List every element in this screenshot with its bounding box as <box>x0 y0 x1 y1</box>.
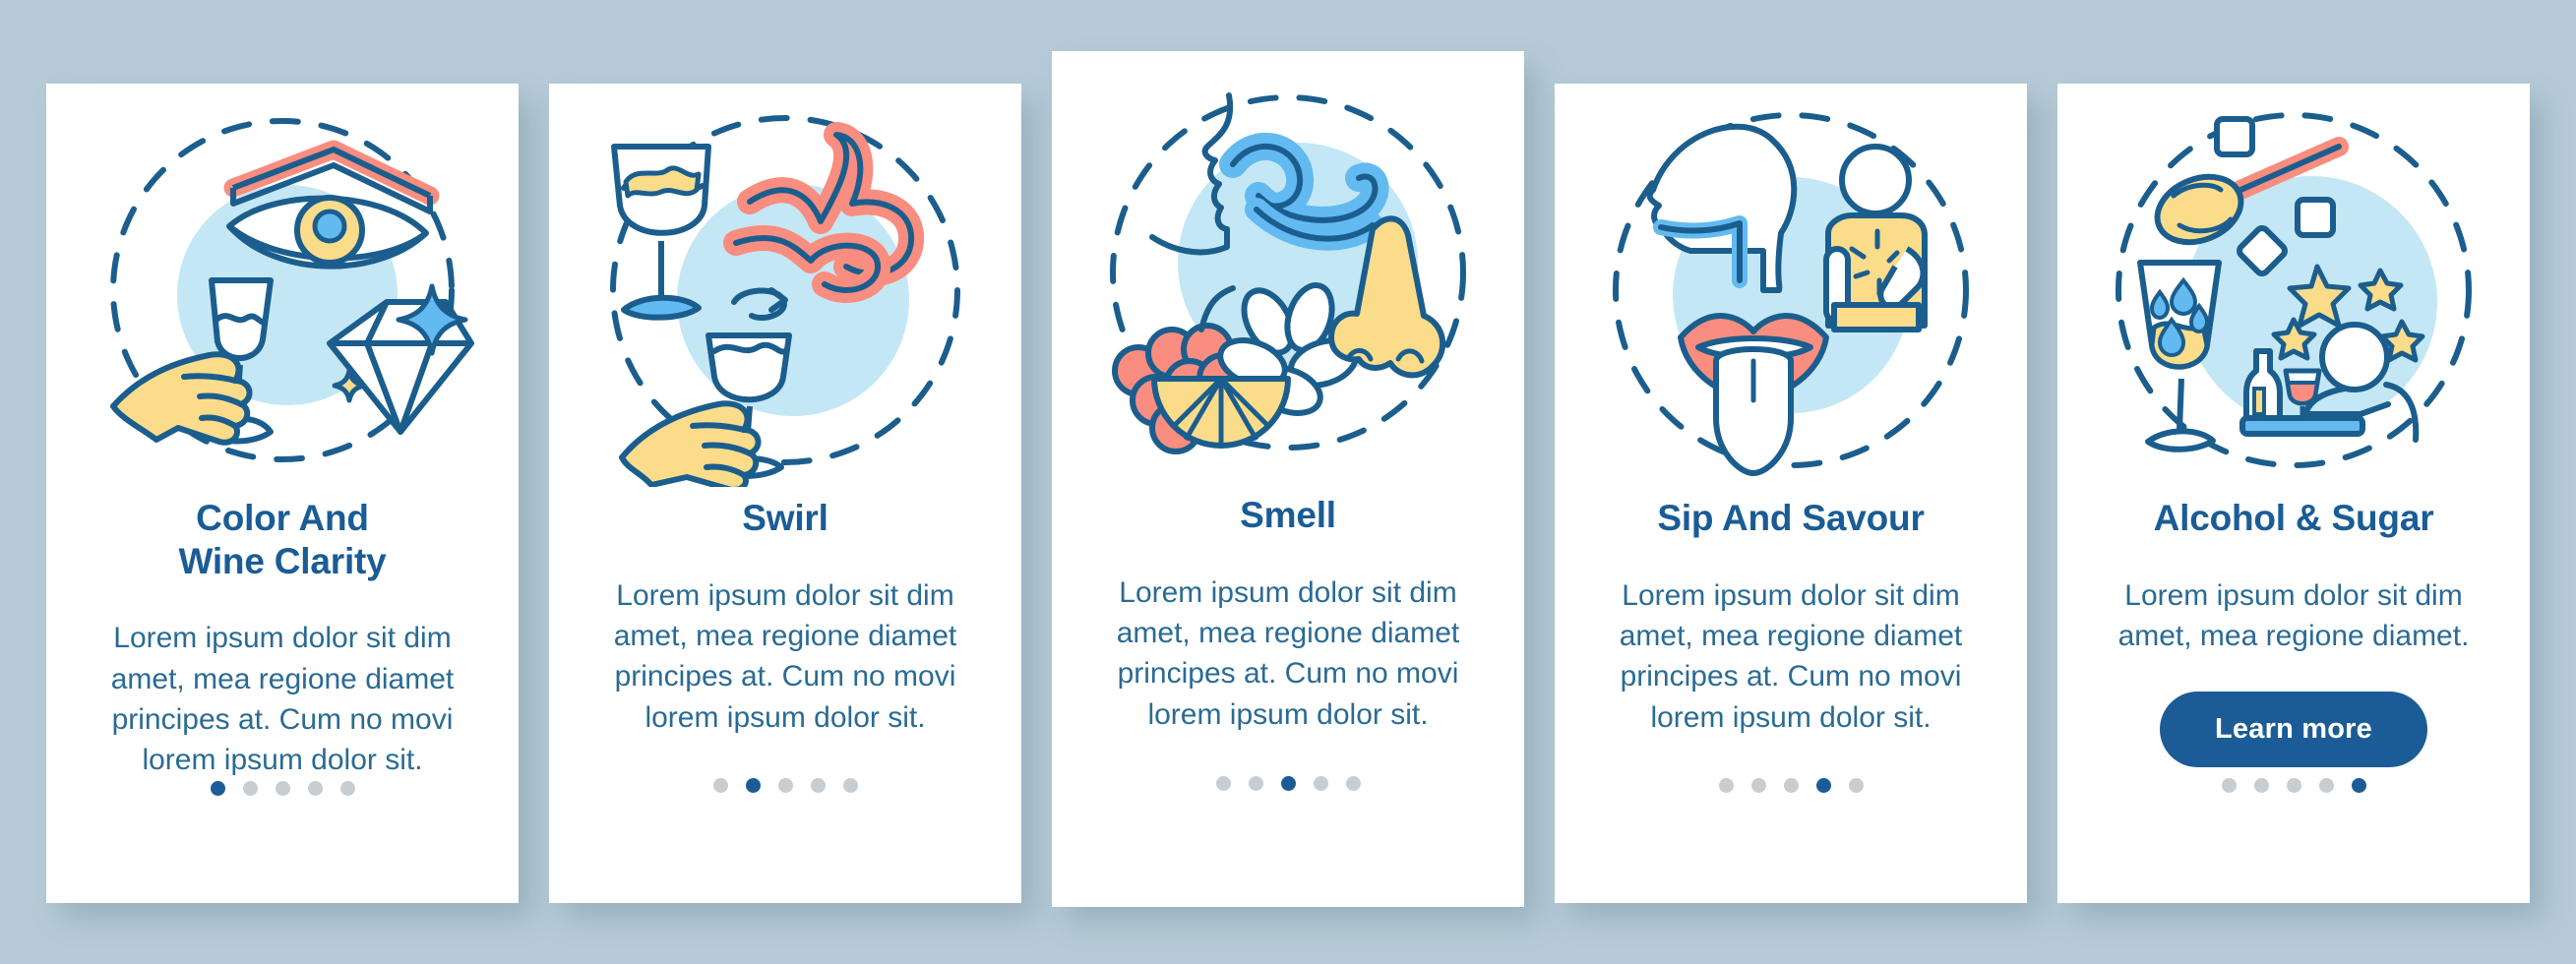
eye-wineglass-diamond-icon <box>110 118 474 462</box>
pagination-dot-3[interactable] <box>1280 776 1296 791</box>
pagination-dot-4[interactable] <box>307 780 323 796</box>
card-body-alcohol-and-sugar: Lorem ipsum dolor sit dim amet, mea regi… <box>2117 578 2470 653</box>
onboarding-card-smell: Smell Lorem ipsum dolor sit dim amet, mea… <box>1052 51 1524 907</box>
pagination-dot-3[interactable] <box>275 780 290 796</box>
learn-more-button[interactable]: Learn more <box>2160 692 2427 768</box>
onboarding-card-color-and-wine-clarity: Color And Wine Clarity Lorem ipsum dolor … <box>46 84 519 903</box>
pagination-dots <box>712 778 858 793</box>
illustration-wrap-alcohol-and-sugar <box>2057 84 2530 497</box>
mouth-throat-taste-icon <box>1613 112 1969 476</box>
pagination-dot-5[interactable] <box>1345 776 1361 791</box>
card-title-swirl: Swirl <box>742 498 828 538</box>
pagination-dots <box>2221 778 2366 793</box>
illustration-wrap-color-and-wine-clarity <box>46 84 519 497</box>
pagination-dot-2[interactable] <box>242 780 258 796</box>
nose-aroma-fruit-icon <box>1110 92 1466 454</box>
pagination-dot-1[interactable] <box>2221 778 2237 793</box>
swirling-wineglass-icon <box>610 115 960 487</box>
pagination-dot-2[interactable] <box>745 778 761 793</box>
pagination-dot-5[interactable] <box>2351 778 2366 793</box>
card-title-color-and-wine-clarity: Color And Wine Clarity <box>178 498 387 581</box>
card-body-smell: Lorem ipsum dolor sit dim amet, mea regi… <box>1116 575 1460 731</box>
illustration-wrap-smell <box>1052 51 1524 494</box>
sugar-spoon-wineglass-icon <box>2116 112 2472 468</box>
pagination-dot-1[interactable] <box>210 780 225 796</box>
pagination-dot-1[interactable] <box>1215 776 1231 791</box>
pagination-dots <box>1718 778 1864 793</box>
pagination-dots <box>1215 776 1361 791</box>
pagination-dot-4[interactable] <box>1815 778 1831 793</box>
illustration-wrap-sip-and-savour <box>1555 84 2027 497</box>
illustration-wrap-swirl <box>549 84 1021 497</box>
pagination-dot-2[interactable] <box>1248 776 1263 791</box>
card-body-sip-and-savour: Lorem ipsum dolor sit dim amet, mea regi… <box>1619 578 1963 734</box>
pagination-dot-4[interactable] <box>2318 778 2334 793</box>
card-body-swirl: Lorem ipsum dolor sit dim amet, mea regi… <box>613 578 957 734</box>
onboarding-card-sip-and-savour: Sip And Savour Lorem ipsum dolor sit dim … <box>1555 84 2027 903</box>
pagination-dot-5[interactable] <box>1848 778 1864 793</box>
pagination-dot-4[interactable] <box>810 778 826 793</box>
card-body-color-and-wine-clarity: Lorem ipsum dolor sit dim amet, mea regi… <box>110 622 455 777</box>
pagination-dot-3[interactable] <box>777 778 793 793</box>
onboarding-card-alcohol-and-sugar: Alcohol & Sugar Lorem ipsum dolor sit dim… <box>2057 84 2530 903</box>
pagination-dot-4[interactable] <box>1313 776 1328 791</box>
card-title-sip-and-savour: Sip And Savour <box>1657 498 1925 538</box>
pagination-dot-1[interactable] <box>1718 778 1734 793</box>
onboarding-screens-container: Color And Wine Clarity Lorem ipsum dolor … <box>0 0 2576 964</box>
pagination-dot-3[interactable] <box>2286 778 2301 793</box>
pagination-dot-5[interactable] <box>842 778 858 793</box>
pagination-dot-2[interactable] <box>2253 778 2269 793</box>
card-title-alcohol-and-sugar: Alcohol & Sugar <box>2153 498 2434 538</box>
pagination-dots <box>210 780 355 796</box>
pagination-dot-3[interactable] <box>1783 778 1799 793</box>
onboarding-card-swirl: Swirl Lorem ipsum dolor sit dim amet, mea… <box>549 84 1021 903</box>
pagination-dot-5[interactable] <box>339 780 355 796</box>
pagination-dot-1[interactable] <box>712 778 728 793</box>
card-title-smell: Smell <box>1240 495 1336 535</box>
pagination-dot-2[interactable] <box>1750 778 1766 793</box>
